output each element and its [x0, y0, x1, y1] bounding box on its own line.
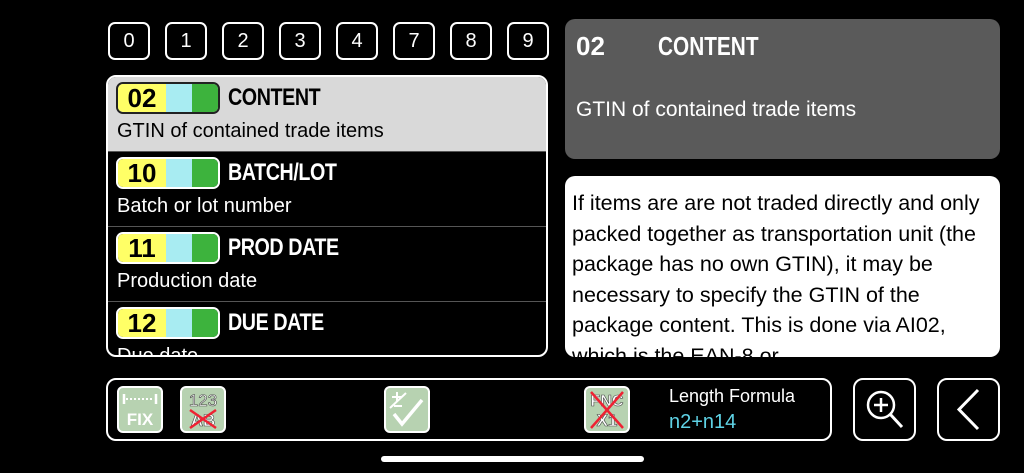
- chevron-left-icon: [956, 388, 980, 431]
- numeric-alpha-icon: 123 AB: [189, 391, 218, 431]
- back-button[interactable]: [937, 378, 1000, 441]
- ai-name: CONTENT: [228, 84, 321, 111]
- length-formula-label: Length Formula: [669, 386, 796, 406]
- numeric-alpha-button[interactable]: 123 AB: [180, 386, 226, 433]
- ai-code: 10: [118, 159, 166, 187]
- ai-code: 11: [118, 234, 166, 262]
- ai-list[interactable]: 02 CONTENT GTIN of contained trade items…: [106, 75, 548, 357]
- format-toolbar: FIX 123 AB FNC X1 Length Formula n2+n14: [106, 378, 832, 441]
- fnc1-button[interactable]: FNC X1: [584, 386, 630, 433]
- detail-info-text: If items are are not traded directly and…: [572, 191, 980, 357]
- badge-cyan-segment: [166, 309, 192, 337]
- ai-name: BATCH/LOT: [228, 159, 337, 186]
- ai-list-item-11[interactable]: 11 PROD DATE Production date: [108, 227, 546, 302]
- digit-filter-8[interactable]: 8: [450, 22, 492, 60]
- ai-code: 12: [118, 309, 166, 337]
- detail-code: 02: [576, 31, 605, 61]
- length-formula-value: n2+n14: [669, 411, 737, 433]
- badge-cyan-segment: [166, 234, 192, 262]
- fix-label: FIX: [127, 410, 154, 429]
- fixed-length-icon: FIX: [122, 394, 158, 429]
- digit-filter-2[interactable]: 2: [222, 22, 264, 60]
- badge-cyan-segment: [166, 159, 192, 187]
- ai-code-badge: 11: [116, 232, 220, 264]
- badge-green-segment: [192, 309, 218, 337]
- fixed-length-button[interactable]: FIX: [117, 386, 163, 433]
- check-button[interactable]: [384, 386, 430, 433]
- ai-code-badge: 10: [116, 157, 220, 189]
- detail-name: CONTENT: [658, 31, 759, 61]
- digit-filter-0[interactable]: 0: [108, 22, 150, 60]
- digit-filter-7[interactable]: 7: [393, 22, 435, 60]
- ai-description: Batch or lot number: [117, 195, 292, 217]
- badge-cyan-segment: [166, 84, 192, 112]
- digit-filter-3[interactable]: 3: [279, 22, 321, 60]
- ai-list-item-02[interactable]: 02 CONTENT GTIN of contained trade items: [108, 77, 546, 152]
- numeric-label: 123: [189, 391, 217, 410]
- badge-green-segment: [192, 84, 218, 112]
- detail-description: GTIN of contained trade items: [576, 98, 857, 121]
- digit-filter-1[interactable]: 1: [165, 22, 207, 60]
- zoom-button[interactable]: [853, 378, 916, 441]
- ai-name: DUE DATE: [228, 309, 324, 336]
- ai-description: Production date: [117, 270, 258, 292]
- ai-name: PROD DATE: [228, 234, 339, 261]
- ai-code-badge: 02: [116, 82, 220, 114]
- badge-green-segment: [192, 159, 218, 187]
- ai-list-item-10[interactable]: 10 BATCH/LOT Batch or lot number: [108, 152, 546, 227]
- detail-title-panel: 02 CONTENT GTIN of contained trade items: [565, 19, 1000, 159]
- ai-code-badge: 12: [116, 307, 220, 339]
- ai-list-item-12[interactable]: 12 DUE DATE Due date: [108, 302, 546, 357]
- plus-minus-check-icon: [389, 392, 424, 427]
- detail-info-panel[interactable]: If items are are not traded directly and…: [565, 176, 1000, 357]
- zoom-in-icon: [866, 390, 904, 429]
- ai-code: 02: [118, 84, 166, 112]
- x1-label: X1: [597, 411, 618, 430]
- digit-filter-9[interactable]: 9: [507, 22, 549, 60]
- badge-green-segment: [192, 234, 218, 262]
- digit-filter-row: 0 1 2 3 4 7 8 9: [108, 22, 549, 60]
- digit-filter-4[interactable]: 4: [336, 22, 378, 60]
- ai-description: Due date: [117, 345, 199, 357]
- fnc1-icon: FNC X1: [590, 391, 624, 430]
- ai-description: GTIN of contained trade items: [117, 120, 384, 142]
- home-indicator[interactable]: [381, 456, 644, 462]
